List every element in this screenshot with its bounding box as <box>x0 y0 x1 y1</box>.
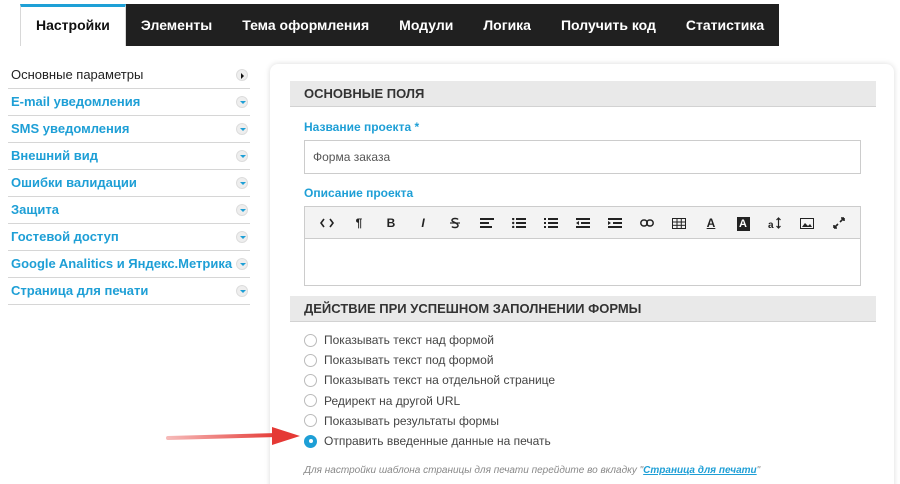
hint-suffix: " <box>756 465 761 476</box>
tab-settings[interactable]: Настройки <box>20 4 126 46</box>
unordered-list-icon[interactable] <box>503 207 535 239</box>
tab-theme[interactable]: Тема оформления <box>227 4 385 46</box>
sidebar-item-email[interactable]: E-mail уведомления <box>8 89 250 116</box>
link-icon[interactable] <box>631 207 663 239</box>
sidebar-item-label: Страница для печати <box>11 283 149 298</box>
radio-option[interactable]: Показывать текст на отдельной странице <box>304 370 555 390</box>
radio-option[interactable]: Показывать результаты формы <box>304 411 555 431</box>
font-color-icon[interactable]: A <box>695 207 727 239</box>
radio-option[interactable]: Показывать текст над формой <box>304 330 555 350</box>
red-arrow-icon <box>166 427 300 445</box>
project-description-label: Описание проекта <box>304 186 414 200</box>
radio-option[interactable]: Показывать текст под формой <box>304 350 555 370</box>
radio-option-print[interactable]: Отправить введенные данные на печать <box>304 431 555 451</box>
radio-button-checked[interactable] <box>304 434 317 448</box>
sidebar: Основные параметры E-mail уведомления SM… <box>8 62 250 305</box>
chevron-down-icon <box>236 150 248 162</box>
tab-get-code[interactable]: Получить код <box>545 4 671 46</box>
project-name-input[interactable] <box>304 140 861 174</box>
hint-prefix: Для настройки шаблона страницы для печат… <box>304 465 644 476</box>
top-tabs: Настройки Элементы Тема оформления Модул… <box>20 4 780 46</box>
section-title-success-action: Действие при успешном заполнении формы <box>290 296 876 322</box>
sidebar-item-label: Гостевой доступ <box>11 229 119 244</box>
chevron-down-icon <box>236 96 248 108</box>
sidebar-item-analytics[interactable]: Google Analitics и Яндекс.Метрика <box>8 251 250 278</box>
radio-label: Показывать текст на отдельной странице <box>324 373 556 388</box>
sidebar-item-label: E-mail уведомления <box>11 94 141 109</box>
chevron-down-icon <box>236 123 248 135</box>
radio-button[interactable] <box>304 333 317 347</box>
settings-panel: Основные поля Название проекта * Описани… <box>270 64 894 484</box>
highlight-letter: A <box>736 216 750 231</box>
code-icon[interactable] <box>311 207 343 239</box>
sidebar-item-appearance[interactable]: Внешний вид <box>8 143 250 170</box>
radio-label: Редирект на другой URL <box>324 393 461 408</box>
sidebar-item-print-page[interactable]: Страница для печати <box>8 278 250 305</box>
chevron-down-icon <box>236 231 248 243</box>
fullscreen-icon[interactable] <box>823 207 855 239</box>
project-name-label: Название проекта * <box>304 120 420 134</box>
paragraph-icon[interactable]: ¶ <box>343 207 375 239</box>
radio-label: Показывать результаты формы <box>324 413 500 428</box>
sidebar-item-label: Ошибки валидации <box>11 175 137 190</box>
table-icon[interactable] <box>663 207 695 239</box>
sidebar-item-protection[interactable]: Защита <box>8 197 250 224</box>
radio-button[interactable] <box>304 373 317 387</box>
sidebar-item-basic-params[interactable]: Основные параметры <box>8 62 250 89</box>
outdent-icon[interactable] <box>567 207 599 239</box>
sidebar-item-validation[interactable]: Ошибки валидации <box>8 170 250 197</box>
chevron-down-icon <box>236 204 248 216</box>
sidebar-item-label: Внешний вид <box>11 148 98 163</box>
highlight-icon[interactable]: A <box>727 207 759 239</box>
sidebar-item-label: Защита <box>11 202 59 217</box>
italic-icon[interactable]: I <box>407 207 439 239</box>
sidebar-item-guest-access[interactable]: Гостевой доступ <box>8 224 250 251</box>
tab-elements[interactable]: Элементы <box>125 4 228 46</box>
section-title-main-fields: Основные поля <box>290 81 876 107</box>
success-action-radio-group: Показывать текст над формой Показывать т… <box>304 330 555 451</box>
radio-button[interactable] <box>304 394 317 408</box>
sidebar-item-label: Основные параметры <box>11 67 144 82</box>
strikethrough-icon[interactable] <box>439 207 471 239</box>
print-hint: Для настройки шаблона страницы для печат… <box>304 465 760 476</box>
align-left-icon[interactable] <box>471 207 503 239</box>
chevron-down-icon <box>236 258 248 270</box>
radio-label: Показывать текст под формой <box>324 353 494 368</box>
image-icon[interactable] <box>791 207 823 239</box>
sidebar-item-sms[interactable]: SMS уведомления <box>8 116 250 143</box>
radio-label: Показывать текст над формой <box>324 333 494 348</box>
radio-option[interactable]: Редирект на другой URL <box>304 391 555 411</box>
sidebar-item-label: Google Analitics и Яндекс.Метрика <box>11 256 233 271</box>
description-editor: ¶ B I A A a <box>304 206 861 286</box>
chevron-down-icon <box>236 177 248 189</box>
tab-logic[interactable]: Логика <box>468 4 546 46</box>
tab-modules[interactable]: Модули <box>384 4 469 46</box>
chevron-down-icon <box>236 285 248 297</box>
tab-statistics[interactable]: Статистика <box>670 4 780 46</box>
editor-toolbar: ¶ B I A A a <box>305 207 860 239</box>
svg-text:a: a <box>768 220 774 229</box>
ordered-list-icon[interactable] <box>535 207 567 239</box>
print-page-link[interactable]: Страница для печати <box>643 465 756 476</box>
radio-label: Отправить введенные данные на печать <box>324 434 551 449</box>
sidebar-item-label: SMS уведомления <box>11 121 130 136</box>
radio-button[interactable] <box>304 353 317 367</box>
chevron-right-icon <box>236 69 248 81</box>
font-size-icon[interactable]: a <box>759 207 791 239</box>
bold-icon[interactable]: B <box>375 207 407 239</box>
radio-button[interactable] <box>304 414 317 428</box>
indent-icon[interactable] <box>599 207 631 239</box>
